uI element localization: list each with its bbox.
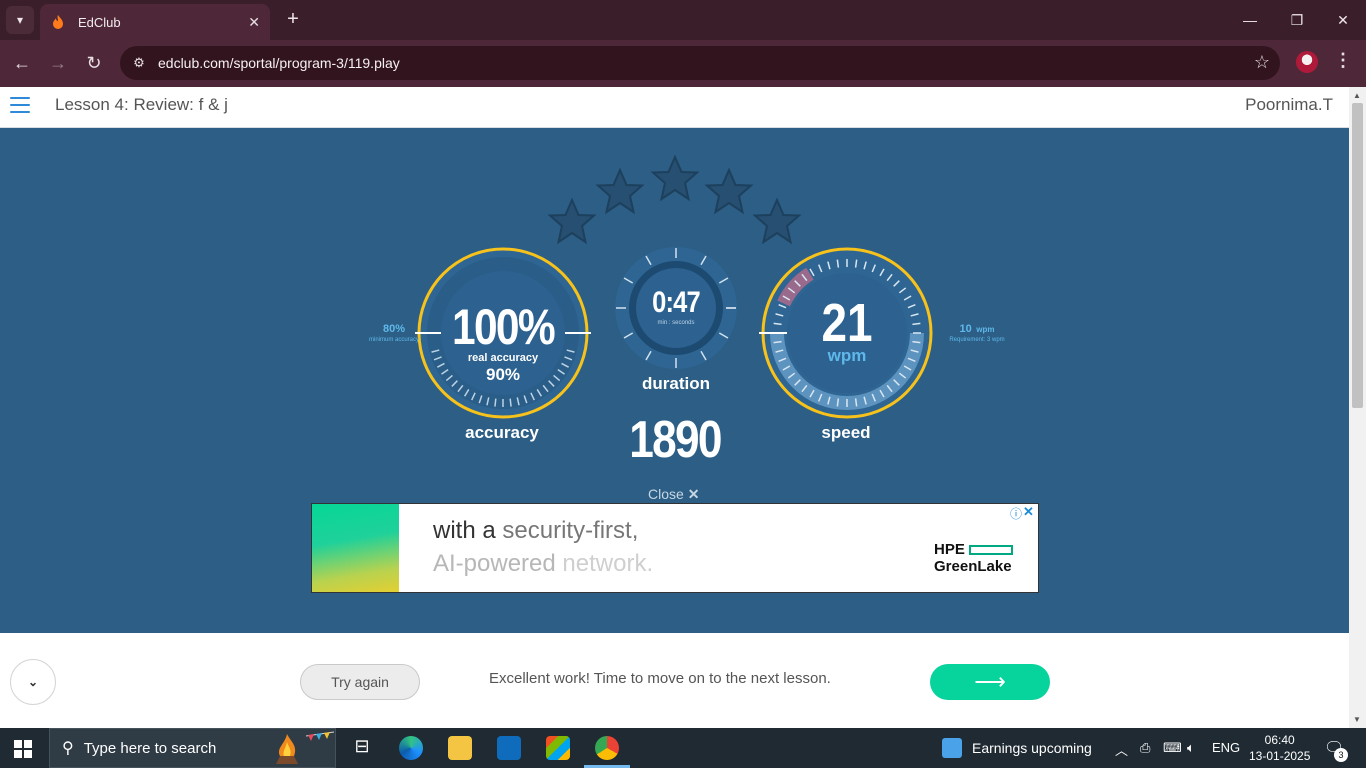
ad-banner[interactable]: with a security-first, AI-powered networ… [311, 503, 1039, 593]
accuracy-value: 100% [452, 299, 556, 355]
close-ad-label: Close [648, 486, 684, 502]
earnings-text: Earnings upcoming [972, 740, 1092, 756]
speed-requirement-label: Requirement: 3 wpm [949, 337, 1005, 343]
score-value: 1890 [629, 411, 722, 469]
minimize-icon[interactable]: — [1238, 8, 1262, 32]
speed-unit: wpm [827, 346, 867, 365]
back-arrow-icon[interactable]: ← [10, 51, 34, 75]
language-indicator[interactable]: ENG [1212, 740, 1240, 755]
browser-tab[interactable]: EdClub ✕ [40, 4, 270, 40]
gauge-tick [509, 398, 512, 407]
gauge-tick [836, 398, 840, 407]
ad-headline-2: AI-powered network. [433, 550, 654, 577]
taskbar-clock[interactable]: 06:40 13-01-2025 [1249, 732, 1310, 764]
scroll-up-icon[interactable]: ▲ [1353, 91, 1361, 100]
minimum-accuracy-value: 80% [382, 323, 406, 335]
real-accuracy-label: real accuracy [467, 352, 539, 364]
clock-date: 13-01-2025 [1249, 749, 1311, 763]
windows-taskbar: ⚲ Type here to search ⊟ Earnings upcomin… [0, 728, 1366, 768]
speed-label: speed [821, 423, 871, 442]
meet-now-icon[interactable]: ⎙ [1140, 740, 1150, 756]
try-again-button[interactable]: Try again [300, 664, 420, 700]
browser-toolbar: ← → ↻ ⚙ edclub.com/sportal/program-3/119… [0, 40, 1366, 87]
address-bar[interactable]: ⚙ edclub.com/sportal/program-3/119.play … [120, 46, 1280, 80]
ad-headline-1: with a security-first, [433, 517, 639, 544]
tab-title: EdClub [78, 14, 121, 30]
edge-browser-icon[interactable] [399, 736, 423, 760]
collapse-chevron-down-icon[interactable]: ⌄ [10, 659, 56, 705]
footer-message: Excellent work! Time to move on to the n… [489, 670, 831, 687]
scroll-down-icon[interactable]: ▼ [1353, 715, 1361, 724]
browser-menu-icon[interactable]: ⋮ [1334, 50, 1352, 71]
window-close-icon[interactable]: ✕ [1331, 8, 1355, 32]
news-widget-icon [942, 738, 962, 758]
star-icon [597, 169, 643, 213]
gauge-tick [836, 259, 840, 268]
ad-info-icon[interactable]: ⓘ [1010, 505, 1024, 521]
gauge-tick [494, 398, 497, 407]
duration-unit: min : seconds [657, 320, 695, 326]
duration-value: 0:47 [652, 286, 700, 319]
star-icon [706, 169, 752, 213]
scroll-thumb[interactable] [1352, 103, 1363, 408]
minimum-accuracy-label: minimum accuracy [368, 337, 419, 343]
lesson-title: Lesson 4: Review: f & j [55, 95, 228, 114]
duration-label: duration [642, 374, 710, 393]
close-ad-button[interactable]: Close ✕ [648, 486, 700, 503]
rating-stars [549, 156, 800, 243]
star-icon [652, 156, 698, 200]
next-lesson-button[interactable]: ⟶ [930, 664, 1050, 700]
page-header: Lesson 4: Review: f & j Poornima.T [0, 87, 1349, 128]
file-explorer-icon[interactable] [448, 736, 472, 760]
search-icon: ⚲ [62, 740, 74, 757]
tray-chevron-up-icon[interactable]: ︿ [1115, 740, 1128, 759]
restore-icon[interactable]: ❐ [1285, 8, 1309, 32]
chrome-icon[interactable] [595, 736, 619, 760]
earnings-widget[interactable]: Earnings upcoming [942, 738, 1092, 758]
forward-arrow-icon[interactable]: → [46, 51, 70, 75]
tab-close-icon[interactable]: ✕ [248, 14, 260, 31]
search-placeholder: Type here to search [83, 739, 217, 757]
microsoft-store-icon[interactable] [546, 736, 570, 760]
clock-time: 06:40 [1264, 733, 1295, 747]
notification-count-badge: 3 [1334, 748, 1348, 762]
speed-requirement-unit: wpm [976, 325, 995, 334]
hamburger-menu-icon[interactable] [10, 97, 30, 113]
gauge-tick [854, 259, 858, 268]
bookmark-star-icon[interactable]: ☆ [1254, 52, 1270, 73]
speed-requirement-value: 10 [959, 323, 972, 335]
new-tab-plus-icon[interactable]: + [282, 8, 304, 30]
network-icon[interactable]: ⌨ [1163, 740, 1182, 756]
page-scrollbar[interactable]: ▲ ▼ [1349, 87, 1366, 728]
search-highlight-bonfire-icon [276, 731, 335, 764]
ad-close-icon[interactable]: ✕ [1023, 504, 1037, 519]
minimum-accuracy-note: 80% minimum accuracy [354, 319, 434, 343]
gauge-tick [854, 398, 858, 407]
close-x-icon: ✕ [687, 486, 700, 502]
url-text[interactable]: edclub.com/sportal/program-3/119.play [158, 55, 400, 71]
speed-value: 21 [821, 293, 873, 353]
task-view-icon[interactable]: ⊟ [350, 736, 374, 760]
profile-avatar[interactable] [1296, 51, 1318, 73]
tab-search-chevron-down-icon[interactable]: ▾ [6, 6, 34, 34]
windows-start-icon[interactable] [14, 740, 32, 758]
site-info-icon[interactable]: ⚙ [128, 52, 150, 74]
speed-requirement-note: 10 wpm Requirement: 3 wpm [937, 319, 1017, 343]
lesson-footer: ⌄ Try again Excellent work! Time to move… [0, 633, 1349, 728]
volume-icon[interactable]: 🔈︎ [1187, 740, 1195, 756]
browser-tab-bar: ▾ EdClub ✕ + — ❐ ✕ [0, 0, 1366, 40]
accuracy-label: accuracy [465, 423, 539, 442]
outlook-icon[interactable] [497, 736, 521, 760]
ad-brand-logo: HPE GreenLake [934, 541, 1013, 575]
edclub-favicon-icon [53, 15, 63, 29]
ad-gradient-image [312, 504, 399, 592]
reload-icon[interactable]: ↻ [82, 51, 106, 75]
star-icon [549, 199, 595, 243]
real-accuracy-value: 90% [485, 365, 521, 384]
arrow-right-icon: ⟶ [974, 669, 1006, 694]
username[interactable]: Poornima.T [1245, 95, 1333, 115]
star-icon [754, 199, 800, 243]
